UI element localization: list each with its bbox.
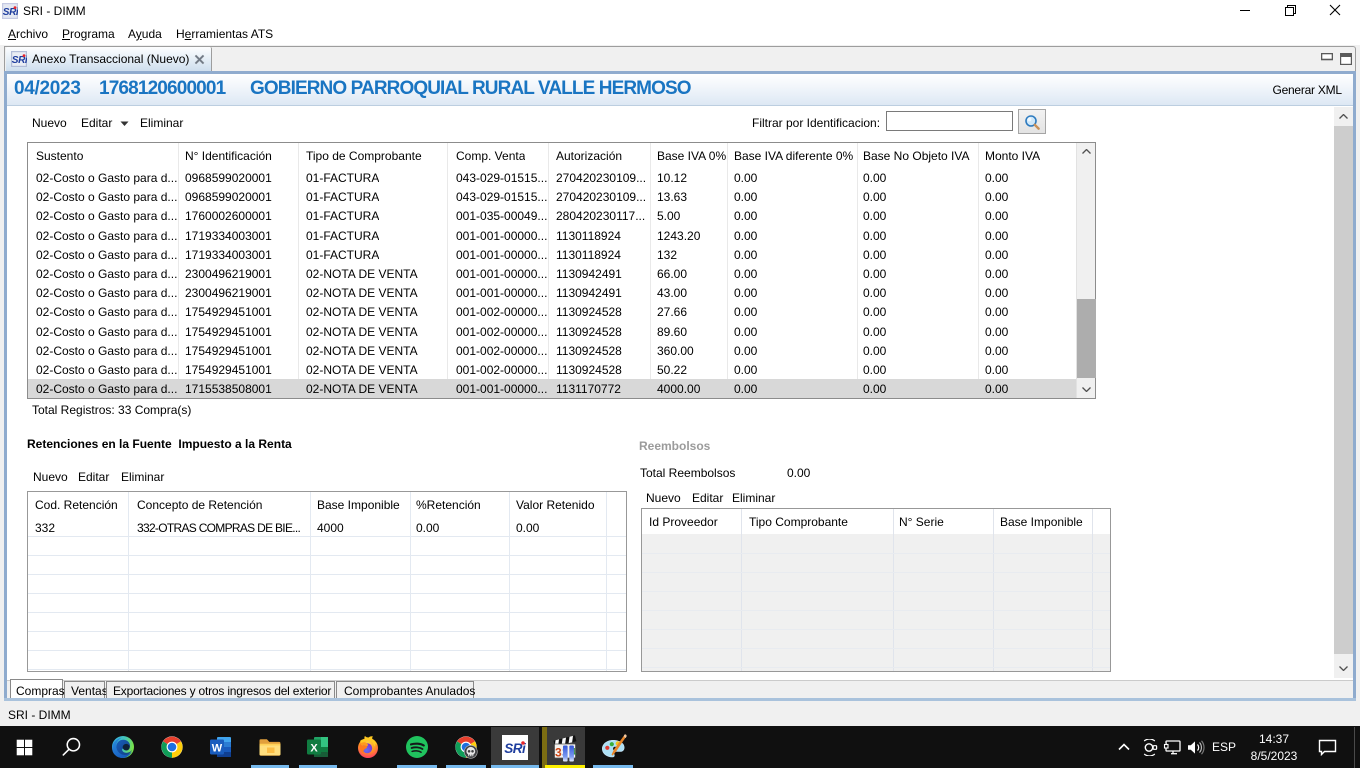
svg-text:3: 3 bbox=[555, 746, 562, 760]
svg-text:W: W bbox=[212, 742, 223, 754]
svg-text:X: X bbox=[310, 742, 318, 754]
